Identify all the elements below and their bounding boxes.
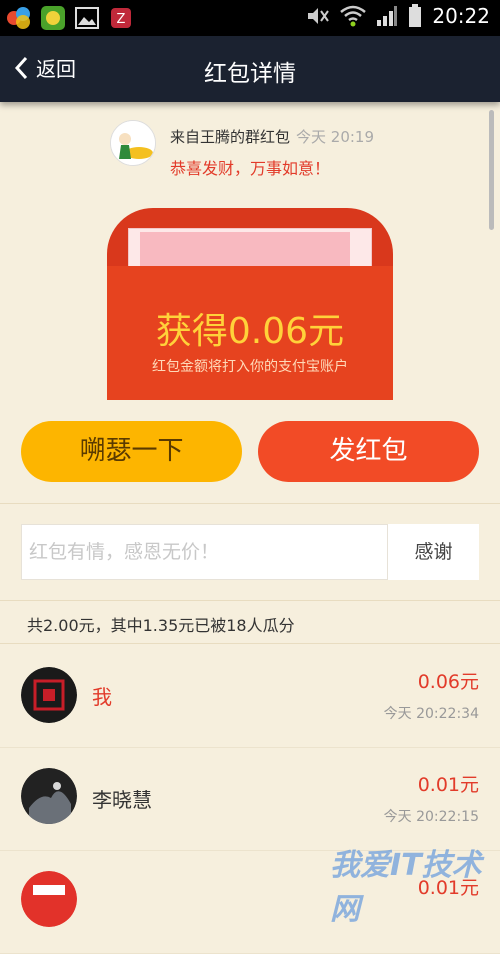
sender-line: 来自王腾的群红包 今天 20:19: [170, 126, 374, 147]
list-item[interactable]: 我 0.06元 今天 20:22:34: [0, 645, 500, 748]
battery-icon: [409, 4, 422, 27]
sender-avatar[interactable]: [110, 120, 156, 166]
mute-icon: [308, 8, 330, 24]
send-red-packet-button[interactable]: 发红包: [258, 421, 479, 482]
claim-time: 今天 20:22:15: [383, 809, 479, 825]
claim-amount: 0.01元: [417, 774, 479, 796]
greeting-message: 恭喜发财，万事如意！: [170, 159, 331, 178]
title-bar: 返回 红包详情: [0, 36, 500, 102]
svg-text:Z: Z: [117, 12, 126, 27]
status-bar: Z 20:22: [0, 0, 500, 36]
wifi-icon: [340, 5, 367, 27]
avatar: [21, 871, 77, 927]
show-off-button[interactable]: 嗍瑟一下: [21, 421, 242, 482]
avatar: [21, 768, 77, 824]
amount-note: 红包金额将打入你的支付宝账户: [152, 359, 348, 375]
avatar: [21, 667, 77, 723]
received-amount: 获得0.06元: [155, 311, 345, 352]
avatar-image: [21, 768, 77, 824]
watermark: 我爱IT技术网: [330, 848, 482, 927]
divider: [0, 503, 500, 504]
notification-icon: Z: [111, 8, 131, 28]
scrollbar[interactable]: [489, 110, 494, 230]
claim-summary: 共2.00元，其中1.35元已被18人瓜分: [27, 616, 295, 635]
avatar-image: [21, 871, 77, 927]
avatar-image: [21, 667, 77, 723]
page-title: 红包详情: [204, 61, 296, 87]
claimant-name: 李晓慧: [92, 788, 152, 812]
claim-time: 今天 20:22:34: [383, 706, 479, 722]
sender-avatar-image: [111, 121, 155, 165]
thanks-button[interactable]: 感谢: [387, 524, 479, 580]
sender-time: 今天 20:19: [296, 128, 375, 146]
notification-icons: Z: [6, 5, 134, 31]
sender-name: 来自王腾的群红包: [170, 128, 291, 146]
claimant-name: 我: [92, 685, 112, 709]
thanks-input[interactable]: [21, 524, 387, 580]
status-time: 20:22: [432, 4, 490, 28]
list-item[interactable]: 李晓慧 0.01元 今天 20:22:15: [0, 748, 500, 851]
signal-icon: [377, 6, 398, 26]
app-icon-1: [7, 7, 30, 29]
claim-amount: 0.06元: [417, 671, 479, 693]
gallery-icon: [75, 7, 99, 29]
app-icon-2: [41, 6, 65, 30]
